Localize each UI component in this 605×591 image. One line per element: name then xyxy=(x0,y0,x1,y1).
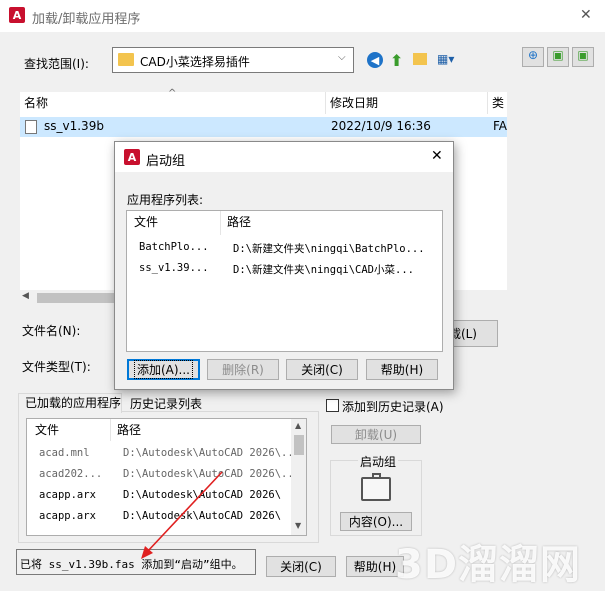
dialog-title: 启动组 xyxy=(146,154,186,169)
column-file[interactable]: 文件 xyxy=(127,211,221,235)
remove-button-label: 删除(R) xyxy=(222,363,264,377)
dialog-title-bar: A 启动组 ✕ xyxy=(115,142,453,172)
dialog-help-label: 帮助(H) xyxy=(380,363,424,377)
list-item[interactable]: BatchPlo... xyxy=(139,241,209,253)
add-button[interactable]: 添加(A)... xyxy=(127,359,200,380)
startup-suite-dialog: A 启动组 ✕ 应用程序列表: 文件 路径 BatchPlo... D:\新建文… xyxy=(114,141,454,390)
dialog-close-label: 关闭(C) xyxy=(301,363,343,377)
remove-button[interactable]: 删除(R) xyxy=(207,359,279,380)
startup-file: BatchPlo... xyxy=(139,241,209,253)
dialog-app-icon: A xyxy=(124,149,140,165)
list-item-path: D:\新建文件夹\ningqi\BatchPlo... xyxy=(233,243,425,255)
watermark: 3D溜溜网 xyxy=(395,542,582,588)
app-list-label: 应用程序列表: xyxy=(127,193,204,207)
startup-file: ss_v1.39... xyxy=(139,262,209,274)
app-list[interactable]: 文件 路径 BatchPlo... D:\新建文件夹\ningqi\BatchP… xyxy=(126,210,443,352)
list-item[interactable]: ss_v1.39... xyxy=(139,262,209,274)
app-list-header: 文件 路径 xyxy=(127,211,442,235)
dialog-close-icon[interactable]: ✕ xyxy=(431,148,443,164)
list-item-path: D:\新建文件夹\ningqi\CAD小菜... xyxy=(233,264,414,276)
add-button-label: 添加(A)... xyxy=(133,360,194,379)
column-path[interactable]: 路径 xyxy=(221,211,442,235)
dialog-help-button[interactable]: 帮助(H) xyxy=(366,359,438,380)
dialog-close-button[interactable]: 关闭(C) xyxy=(286,359,358,380)
